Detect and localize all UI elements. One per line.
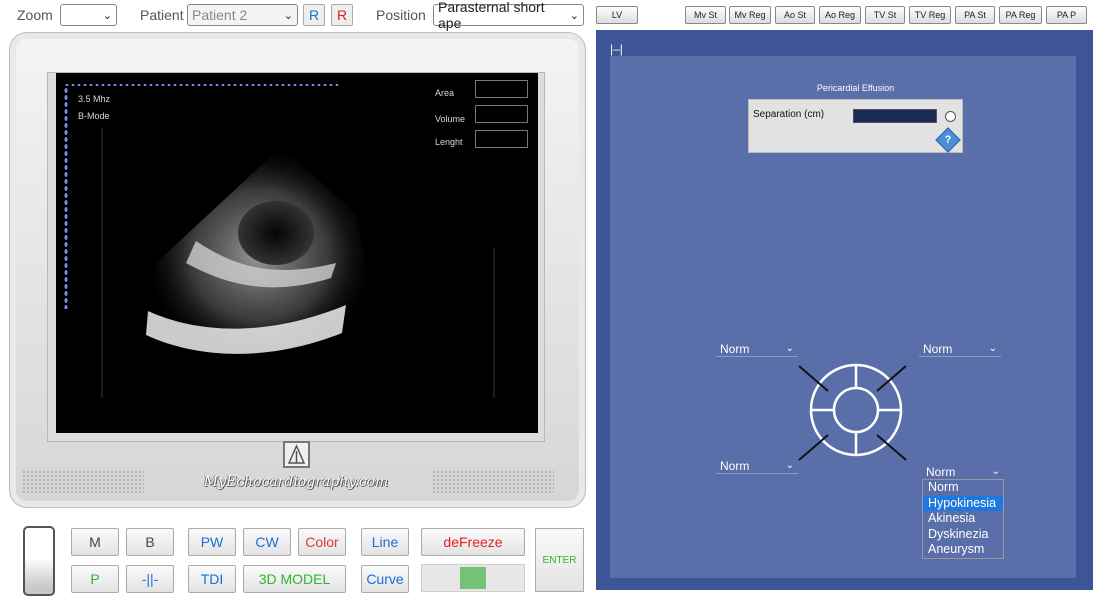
wall-value: Norm xyxy=(923,341,953,356)
cine-slider-handle[interactable] xyxy=(460,567,486,589)
length-label: Lenght xyxy=(435,137,463,147)
echo-simulator: Zoom ⌄ Patient Patient 2 ⌄ R R Position … xyxy=(0,0,1101,602)
reset-red-button[interactable]: R xyxy=(331,4,353,26)
pericardial-box: Separation (cm) ? xyxy=(748,99,963,153)
option-hypokinesia[interactable]: Hypokinesia xyxy=(923,495,1003,512)
tv-st-button[interactable]: TV St xyxy=(865,6,905,24)
chevron-down-icon: ⌄ xyxy=(785,460,794,471)
pericardial-title: Pericardial Effusion xyxy=(816,83,895,93)
pointer-bottom-left xyxy=(798,434,829,461)
option-norm[interactable]: Norm xyxy=(923,480,1003,496)
pa-p-button[interactable]: PA P xyxy=(1046,6,1087,24)
volume-label: Volume xyxy=(435,114,466,124)
depth-dots-vertical xyxy=(64,87,68,309)
wall-segment-diagram xyxy=(798,363,907,461)
mv-st-button[interactable]: Mv St xyxy=(685,6,726,24)
ultrasound-screen[interactable]: 3.5 Mhz B-Mode Area Volume Lenght xyxy=(56,73,538,433)
cw-button[interactable]: CW xyxy=(243,528,291,556)
lv-button[interactable]: LV xyxy=(596,6,638,24)
chevron-down-icon: ⌄ xyxy=(785,343,794,354)
option-aneurysm[interactable]: Aneurysm xyxy=(923,542,1003,558)
pa-reg-button[interactable]: PA Reg xyxy=(999,6,1042,24)
pa-st-button[interactable]: PA St xyxy=(955,6,995,24)
p-button[interactable]: P xyxy=(71,565,119,593)
wall-value: Norm xyxy=(720,458,750,473)
enter-button[interactable]: ENTER xyxy=(535,528,584,592)
mode-text: B-Mode xyxy=(78,111,110,121)
inner-ring xyxy=(832,386,880,434)
speaker-grille-right xyxy=(432,470,554,494)
curve-button[interactable]: Curve xyxy=(361,565,409,593)
wall-select-top-right[interactable]: Norm ⌄ xyxy=(919,341,1001,357)
separation-radio[interactable] xyxy=(945,111,956,122)
wall-select-bottom-left[interactable]: Norm ⌄ xyxy=(716,458,798,474)
caliper-button[interactable]: -||- xyxy=(126,565,174,593)
chevron-down-icon: ⌄ xyxy=(569,9,579,22)
wall-select-top-left[interactable]: Norm ⌄ xyxy=(716,341,798,357)
probe-icon[interactable] xyxy=(23,526,55,596)
logo-mark xyxy=(287,444,306,464)
patient-select[interactable]: Patient 2 ⌄ xyxy=(187,4,298,26)
reset-blue-button[interactable]: R xyxy=(303,4,325,26)
wall-value: Norm xyxy=(720,341,750,356)
expand-icon[interactable]: |–| xyxy=(610,42,623,56)
cine-slider[interactable] xyxy=(421,564,525,592)
tdi-button[interactable]: TDI xyxy=(188,565,236,593)
3d-model-button[interactable]: 3D MODEL xyxy=(243,565,346,593)
ventricle-cavity xyxy=(238,201,314,265)
speaker-grille-left xyxy=(22,470,144,494)
tv-reg-button[interactable]: TV Reg xyxy=(909,6,951,24)
area-label: Area xyxy=(435,88,455,98)
option-dyskinezia[interactable]: Dyskinezia xyxy=(923,527,1003,543)
patient-label: Patient xyxy=(140,7,184,23)
length-field xyxy=(475,130,528,148)
help-glyph: ? xyxy=(944,134,952,146)
zoom-select[interactable]: ⌄ xyxy=(60,4,117,26)
position-select[interactable]: Parasternal short ape ⌄ xyxy=(433,0,584,31)
wall-select-bottom-right[interactable]: Norm ⌄ xyxy=(922,464,1004,480)
chevron-down-icon: ⌄ xyxy=(991,466,1000,477)
chevron-down-icon: ⌄ xyxy=(102,9,112,22)
m-mode-button[interactable]: M xyxy=(71,528,119,556)
brand-logo: MyEchocardiography.com xyxy=(203,474,389,490)
wall-motion-dropdown[interactable]: Norm Hypokinesia Akinesia Dyskinezia Ane… xyxy=(922,479,1004,559)
help-icon[interactable]: ? xyxy=(935,127,961,153)
separation-label: Separation (cm) xyxy=(753,109,825,120)
wall-value: Norm xyxy=(926,464,956,479)
echo-image xyxy=(101,128,495,398)
color-doppler-button[interactable]: Color xyxy=(298,528,346,556)
pointer-top-right xyxy=(876,365,907,392)
position-label: Position xyxy=(376,7,426,23)
separation-input[interactable] xyxy=(853,109,937,123)
ao-reg-button[interactable]: Ao Reg xyxy=(819,6,861,24)
patient-value: Patient 2 xyxy=(192,7,248,23)
line-button[interactable]: Line xyxy=(361,528,409,556)
mv-reg-button[interactable]: Mv Reg xyxy=(729,6,771,24)
area-field xyxy=(475,80,528,98)
b-mode-button[interactable]: B xyxy=(126,528,174,556)
depth-dots xyxy=(64,83,340,87)
volume-field xyxy=(475,105,528,123)
chevron-down-icon: ⌄ xyxy=(988,343,997,354)
defreeze-button[interactable]: deFreeze xyxy=(421,528,525,556)
pw-button[interactable]: PW xyxy=(188,528,236,556)
chevron-down-icon: ⌄ xyxy=(283,9,293,22)
ao-st-button[interactable]: Ao St xyxy=(775,6,815,24)
zoom-label: Zoom xyxy=(17,7,53,23)
position-value: Parasternal short ape xyxy=(438,0,545,31)
option-akinesia[interactable]: Akinesia xyxy=(923,511,1003,527)
logo-icon xyxy=(283,441,310,468)
frequency-text: 3.5 Mhz xyxy=(78,94,111,104)
